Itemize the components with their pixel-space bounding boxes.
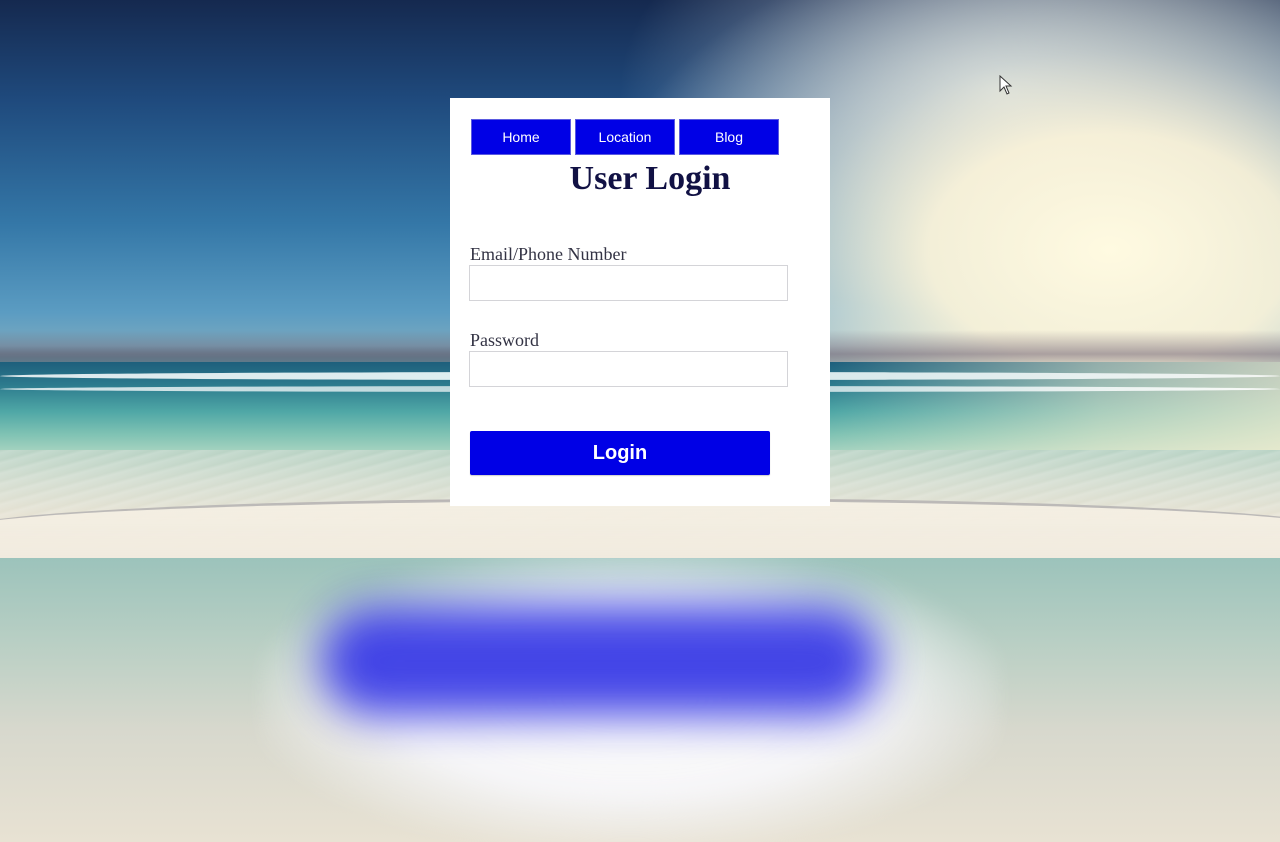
blurred-reflection — [0, 558, 1280, 842]
blurred-button-reflection — [320, 606, 880, 716]
page-title: User Login — [569, 160, 731, 197]
email-label: Email/Phone Number — [470, 244, 627, 264]
top-nav: Home Location Blog — [471, 119, 779, 155]
sand — [0, 498, 1280, 558]
page: Home Location Blog User Login Email/Phon… — [0, 0, 1280, 842]
login-card: Home Location Blog User Login Email/Phon… — [450, 98, 830, 506]
nav-home-button[interactable]: Home — [471, 119, 571, 155]
password-field[interactable] — [469, 351, 788, 387]
password-label: Password — [470, 330, 540, 350]
nav-location-button[interactable]: Location — [575, 119, 675, 155]
mouse-pointer-icon — [999, 75, 1013, 95]
login-button[interactable]: Login — [470, 431, 770, 475]
email-field[interactable] — [469, 265, 788, 301]
nav-blog-button[interactable]: Blog — [679, 119, 779, 155]
